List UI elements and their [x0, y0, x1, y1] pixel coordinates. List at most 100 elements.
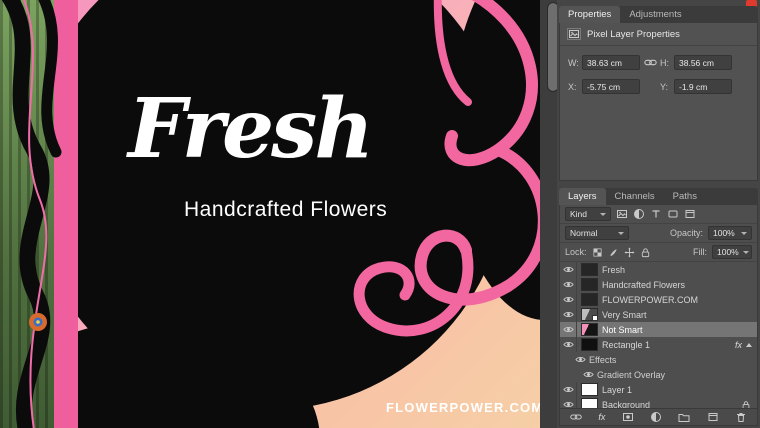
- layer-name: Background: [602, 399, 651, 409]
- lock-fill-row: Lock: Fill: 100%: [560, 243, 757, 262]
- layer-thumbnail[interactable]: [581, 278, 598, 291]
- visibility-eye-icon[interactable]: [560, 337, 577, 352]
- width-field[interactable]: 38.63 cm: [582, 55, 640, 70]
- y-field[interactable]: -1.9 cm: [674, 79, 732, 94]
- tab-channels[interactable]: Channels: [606, 188, 664, 205]
- lock-transparency-icon[interactable]: [592, 247, 603, 258]
- layer-row-effects[interactable]: Effects: [560, 352, 757, 367]
- document-canvas[interactable]: Fresh Handcrafted Flowers FLOWERPOWER.CO…: [0, 0, 540, 428]
- layer-thumbnail[interactable]: [581, 308, 598, 321]
- new-layer-icon[interactable]: [707, 411, 719, 423]
- layer-thumbnail[interactable]: [581, 383, 598, 396]
- width-label: W:: [568, 57, 579, 68]
- tab-layers[interactable]: Layers: [559, 188, 606, 205]
- filter-adjustment-icon[interactable]: [633, 208, 645, 220]
- layer-name: Very Smart: [602, 309, 647, 320]
- layer-thumbnail[interactable]: [581, 398, 598, 408]
- pixel-layer-icon: [567, 28, 581, 40]
- layer-name: Not Smart: [602, 324, 643, 335]
- lock-all-icon[interactable]: [640, 247, 651, 258]
- x-label: X:: [568, 81, 577, 92]
- layer-thumbnail[interactable]: [581, 263, 598, 276]
- link-layers-icon[interactable]: [570, 411, 582, 423]
- visibility-eye-icon[interactable]: [560, 277, 577, 292]
- blend-opacity-row: Normal Opacity: 100%: [560, 224, 757, 243]
- layer-thumbnail[interactable]: [581, 323, 598, 336]
- new-adjustment-layer-icon[interactable]: [650, 411, 662, 423]
- layers-tabstrip: Layers Channels Paths: [559, 188, 758, 205]
- x-field[interactable]: -5.75 cm: [582, 79, 640, 94]
- lock-position-icon[interactable]: [624, 247, 635, 258]
- layer-row-rectangle-1[interactable]: Rectangle 1 fx: [560, 337, 757, 352]
- height-field[interactable]: 38.56 cm: [674, 55, 732, 70]
- visibility-eye-icon[interactable]: [560, 382, 577, 397]
- layer-row-gradient-overlay[interactable]: Gradient Overlay: [560, 367, 757, 382]
- background-lock-icon: [741, 400, 757, 409]
- visibility-eye-icon[interactable]: [560, 397, 577, 408]
- flower-photo-dot: [29, 313, 47, 331]
- layer-name: Handcrafted Flowers: [602, 279, 686, 290]
- blend-mode-select[interactable]: Normal: [565, 226, 629, 240]
- layer-row-background[interactable]: Background: [560, 397, 757, 408]
- properties-panel: Pixel Layer Properties W: 38.63 cm H: 38…: [559, 23, 758, 181]
- artwork-subheadline: Handcrafted Flowers: [184, 198, 388, 221]
- layer-thumbnail[interactable]: [581, 338, 598, 351]
- filter-kind-select[interactable]: Kind: [565, 207, 611, 221]
- visibility-eye-icon[interactable]: [572, 352, 589, 367]
- layer-list: Fresh Handcrafted Flowers FLOWERPOWER.CO…: [560, 262, 757, 408]
- layer-name: Layer 1: [602, 384, 633, 395]
- layers-panel: Kind Normal Opacity: 100% Lock: Fill: 10…: [559, 205, 758, 426]
- height-label: H:: [660, 57, 669, 68]
- layer-fx-badge[interactable]: fx: [735, 340, 742, 350]
- opacity-label: Opacity:: [669, 228, 703, 238]
- visibility-eye-icon[interactable]: [560, 292, 577, 307]
- visibility-eye-icon[interactable]: [560, 262, 577, 277]
- effects-label: Effects: [589, 354, 617, 365]
- link-dimensions-icon[interactable]: [640, 56, 660, 69]
- photoshop-window: Fresh Handcrafted Flowers FLOWERPOWER.CO…: [0, 0, 760, 428]
- gradient-overlay-label: Gradient Overlay: [597, 369, 666, 380]
- layer-thumbnail[interactable]: [581, 293, 598, 306]
- lock-label: Lock:: [565, 247, 587, 257]
- layer-row-fresh[interactable]: Fresh: [560, 262, 757, 277]
- add-layer-style-icon[interactable]: fx: [598, 412, 605, 422]
- layer-row-layer-1[interactable]: Layer 1: [560, 382, 757, 397]
- tab-adjustments[interactable]: Adjustments: [620, 6, 690, 23]
- filter-smart-object-icon[interactable]: [684, 208, 696, 220]
- panel-dock: Properties Adjustments Pixel Layer Prope…: [557, 0, 760, 428]
- visibility-eye-icon[interactable]: [580, 367, 597, 382]
- layer-row-handcrafted-flowers[interactable]: Handcrafted Flowers: [560, 277, 757, 292]
- collapse-effects-icon[interactable]: [746, 342, 752, 347]
- properties-title: Pixel Layer Properties: [587, 28, 680, 40]
- y-label: Y:: [660, 81, 669, 92]
- smart-object-badge: [592, 315, 598, 321]
- layer-row-not-smart[interactable]: Not Smart: [560, 322, 757, 337]
- lock-pixels-icon[interactable]: [608, 247, 619, 258]
- filter-type-icon[interactable]: [650, 208, 662, 220]
- layer-name: Rectangle 1: [602, 339, 651, 350]
- opacity-select[interactable]: 100%: [708, 226, 752, 240]
- tab-properties[interactable]: Properties: [559, 6, 621, 23]
- layer-row-very-smart[interactable]: Very Smart: [560, 307, 757, 322]
- layer-filter-row: Kind: [560, 205, 757, 224]
- tab-paths[interactable]: Paths: [664, 188, 706, 205]
- filter-shape-icon[interactable]: [667, 208, 679, 220]
- layer-name: FLOWERPOWER.COM: [602, 294, 698, 305]
- artwork-footer-url: FLOWERPOWER.COM: [386, 400, 540, 415]
- canvas-scrollbar[interactable]: [540, 0, 559, 428]
- layer-row-flowerpower-com[interactable]: FLOWERPOWER.COM: [560, 292, 757, 307]
- fill-label: Fill:: [693, 247, 707, 257]
- transform-fields: W: 38.63 cm H: 38.56 cm X: -5.75 cm Y: -…: [560, 46, 757, 103]
- artwork-headline: Fresh: [128, 81, 374, 177]
- fill-select[interactable]: 100%: [712, 245, 752, 259]
- add-layer-mask-icon[interactable]: [622, 411, 634, 423]
- visibility-eye-icon[interactable]: [560, 322, 577, 337]
- properties-header: Pixel Layer Properties: [560, 23, 757, 46]
- filter-pixel-icon[interactable]: [616, 208, 628, 220]
- layer-name: Fresh: [602, 264, 626, 275]
- delete-layer-icon[interactable]: [735, 411, 747, 423]
- visibility-eye-icon[interactable]: [560, 307, 577, 322]
- new-group-icon[interactable]: [678, 411, 690, 423]
- layers-footer-toolbar: fx: [560, 408, 757, 425]
- properties-tabstrip: Properties Adjustments: [559, 6, 758, 23]
